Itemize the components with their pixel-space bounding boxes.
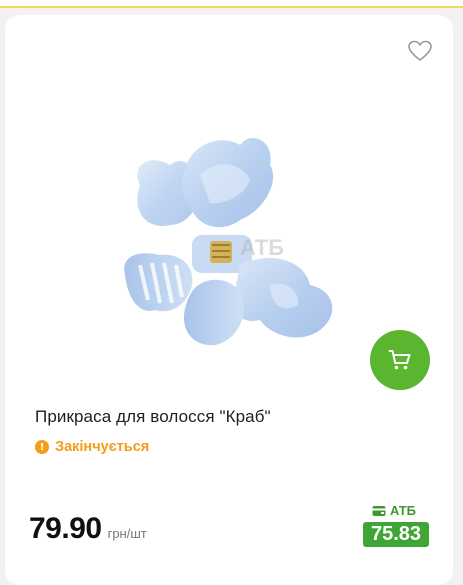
loyalty-price: 75.83 — [363, 522, 429, 547]
product-image[interactable]: АТБ — [100, 125, 360, 355]
shopping-cart-icon — [388, 350, 411, 370]
stock-status: ! Закінчується — [35, 439, 149, 455]
stock-status-text: Закінчується — [55, 439, 150, 455]
wallet-card-icon — [372, 505, 386, 516]
loyalty-label: АТБ — [372, 503, 416, 518]
price-unit: грн/шт — [107, 526, 147, 541]
image-watermark: АТБ — [240, 235, 284, 260]
product-title[interactable]: Прикраса для волосся "Краб" — [35, 407, 271, 427]
heart-icon — [408, 40, 432, 61]
price-value: 79.90 — [29, 512, 102, 545]
butterfly-hair-clip-image: АТБ — [124, 137, 333, 346]
add-to-cart-button[interactable] — [370, 330, 430, 390]
loyalty-label-text: АТБ — [390, 503, 417, 518]
top-header-strip — [0, 0, 463, 8]
exclamation-circle-icon: ! — [35, 440, 49, 454]
price-block: 79.90 грн/шт — [29, 512, 147, 546]
product-card[interactable]: АТБ Прикраса для волосся "Краб" ! Закінч… — [5, 15, 453, 585]
favorite-button[interactable] — [407, 39, 433, 63]
